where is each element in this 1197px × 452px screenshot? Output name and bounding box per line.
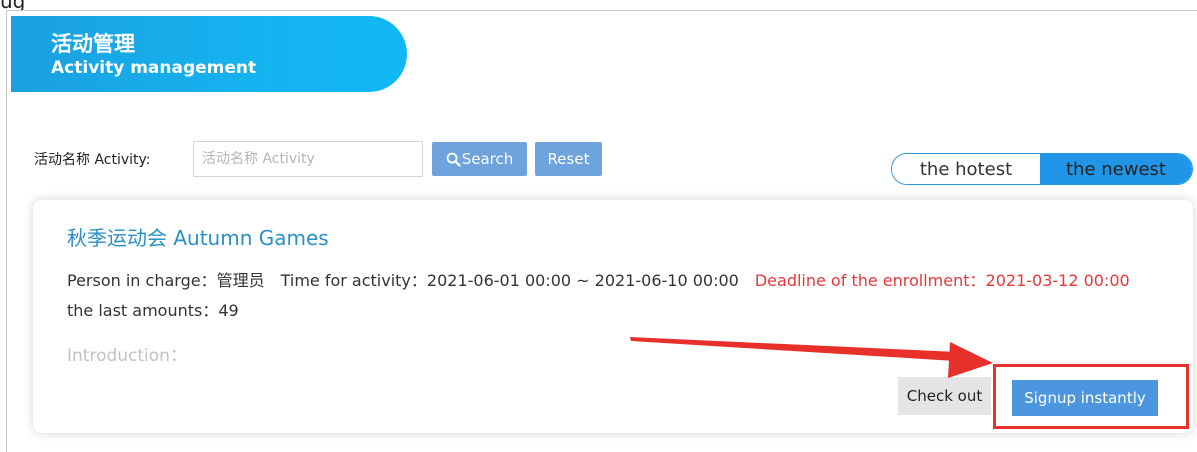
person-label: Person in charge： <box>67 271 217 290</box>
person-value: 管理员 <box>216 271 265 290</box>
search-icon <box>446 152 461 167</box>
signup-button[interactable]: Signup instantly <box>1012 380 1158 416</box>
page-header-banner: 活动管理 Activity management <box>11 16 407 92</box>
amount-label: the last amounts： <box>67 301 219 320</box>
page-title-en: Activity management <box>51 58 257 78</box>
time-value: 2021-06-01 00:00 ~ 2021-06-10 00:00 <box>426 271 739 290</box>
deadline-value: 2021-03-12 00:00 <box>985 271 1130 290</box>
amount-value: 49 <box>218 301 239 320</box>
activity-card: 秋季运动会 Autumn Games Person in charge：管理员 T… <box>33 200 1193 433</box>
page-title-cn: 活动管理 <box>51 32 135 56</box>
search-button[interactable]: Search <box>432 142 527 176</box>
activity-name-label: 活动名称 Activity: <box>34 152 151 168</box>
sort-option-hotest[interactable]: the hotest <box>892 154 1040 184</box>
activity-details: Person in charge：管理员 Time for activity：20… <box>67 266 1157 326</box>
introduction-label: Introduction： <box>67 346 187 366</box>
sort-toggle: the hotest the newest <box>891 153 1193 185</box>
check-out-button[interactable]: Check out <box>898 377 991 415</box>
activity-title[interactable]: 秋季运动会 Autumn Games <box>67 222 329 251</box>
deadline-label: Deadline of the enrollment： <box>754 271 986 290</box>
sort-option-newest[interactable]: the newest <box>1040 154 1192 184</box>
time-label: Time for activity： <box>280 271 427 290</box>
reset-button[interactable]: Reset <box>535 142 602 176</box>
search-button-label: Search <box>461 150 514 168</box>
activity-search-input[interactable] <box>193 141 423 177</box>
